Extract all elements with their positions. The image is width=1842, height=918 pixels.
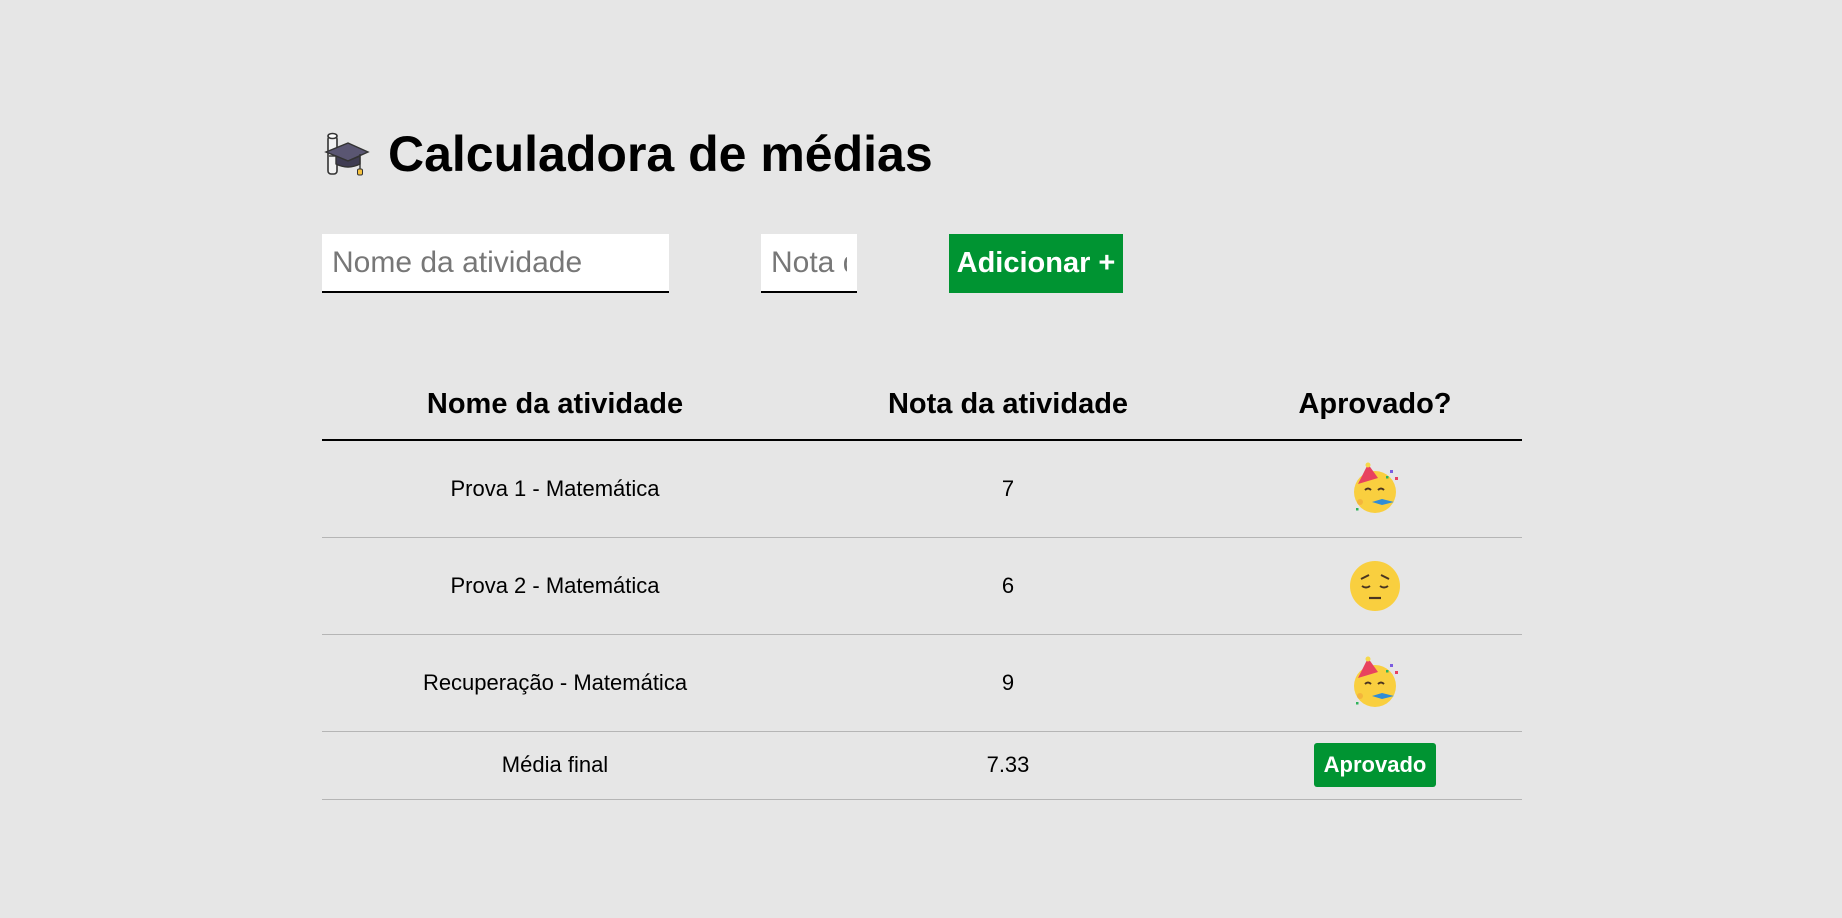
activity-grade-cell: 9 bbox=[788, 634, 1228, 732]
status-cell bbox=[1228, 634, 1522, 732]
page-title: Calculadora de médias bbox=[388, 126, 933, 182]
activity-grade-cell: 6 bbox=[788, 537, 1228, 635]
table-row: Prova 1 - Matemática 7 bbox=[322, 440, 1522, 538]
activity-name-cell: Recuperação - Matemática bbox=[322, 634, 788, 732]
final-average-label: Média final bbox=[322, 731, 788, 800]
header-approved: Aprovado? bbox=[1228, 370, 1522, 441]
final-average-row: Média final 7.33 Aprovado bbox=[322, 731, 1522, 800]
activity-grade-input[interactable] bbox=[761, 234, 857, 293]
party-face-icon bbox=[1354, 462, 1398, 513]
activity-name-cell: Prova 1 - Matemática bbox=[322, 440, 788, 538]
final-status-cell: Aprovado bbox=[1228, 731, 1522, 800]
pensive-face-icon bbox=[1350, 560, 1400, 611]
header: Calculadora de médias bbox=[322, 124, 933, 184]
table-header-row: Nome da atividade Nota da atividade Apro… bbox=[322, 370, 1522, 441]
status-badge: Aprovado bbox=[1313, 743, 1437, 787]
status-cell bbox=[1228, 440, 1522, 538]
graduation-cap-icon bbox=[324, 132, 370, 176]
header-activity-grade: Nota da atividade bbox=[788, 370, 1228, 441]
activity-grade-cell: 7 bbox=[788, 440, 1228, 538]
status-cell bbox=[1228, 537, 1522, 635]
header-activity-name: Nome da atividade bbox=[322, 370, 788, 441]
activity-name-cell: Prova 2 - Matemática bbox=[322, 537, 788, 635]
table-row: Recuperação - Matemática 9 bbox=[322, 634, 1522, 732]
grades-table: Nome da atividade Nota da atividade Apro… bbox=[322, 370, 1522, 800]
final-average-value: 7.33 bbox=[788, 731, 1228, 800]
activity-name-input[interactable] bbox=[322, 234, 669, 293]
add-button[interactable]: Adicionar + bbox=[949, 234, 1123, 293]
party-face-icon bbox=[1354, 656, 1398, 707]
table-row: Prova 2 - Matemática 6 bbox=[322, 537, 1522, 635]
